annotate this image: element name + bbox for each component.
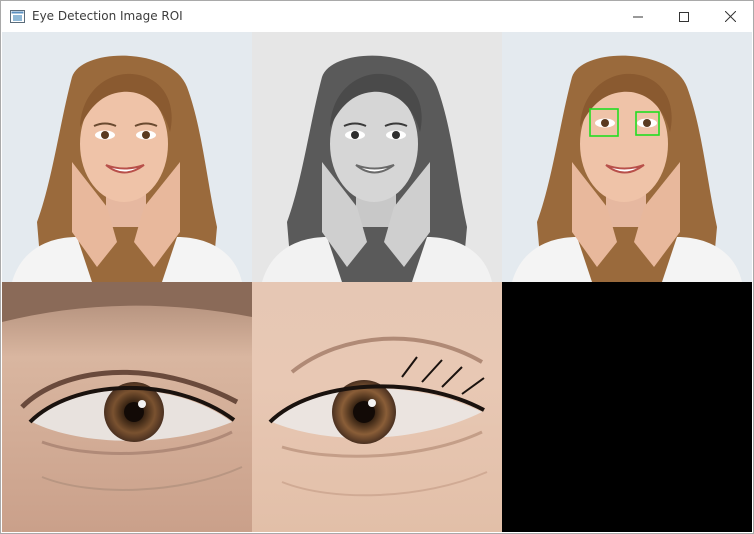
- original-color-face: [2, 32, 252, 282]
- close-icon: [724, 11, 736, 22]
- minimize-button[interactable]: [615, 1, 661, 32]
- minimize-icon: [633, 16, 643, 17]
- opencv-window-icon: [10, 10, 25, 23]
- empty-black-panel: [502, 282, 752, 532]
- title-bar[interactable]: Eye Detection Image ROI: [1, 1, 753, 32]
- image-canvas: [2, 32, 752, 532]
- detected-eyes-face: [502, 32, 752, 282]
- maximize-icon: [679, 11, 689, 22]
- window-title: Eye Detection Image ROI: [32, 9, 183, 23]
- grayscale-face: [252, 32, 502, 282]
- close-button[interactable]: [707, 1, 753, 32]
- eye-roi-2: [252, 282, 502, 532]
- maximize-button[interactable]: [661, 1, 707, 32]
- app-window: Eye Detection Image ROI: [0, 0, 754, 534]
- eye-roi-1: [2, 282, 252, 532]
